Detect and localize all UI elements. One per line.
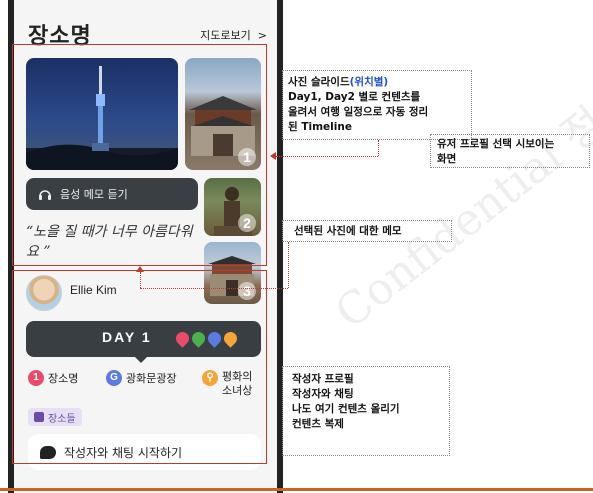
bottom-rule	[0, 488, 593, 491]
annotation-memo: 선택된 사진에 대한 메모	[294, 225, 402, 237]
map-view-link[interactable]: 지도로보기 >	[200, 27, 267, 43]
arrow-icon	[270, 152, 276, 160]
annotation-box-author	[12, 270, 267, 464]
arrow-icon	[136, 266, 144, 272]
annotation-slide-highlight: (위치별)	[349, 76, 389, 88]
connector-line	[276, 156, 378, 157]
annotation-box-slide	[12, 44, 267, 266]
annotation-profile: 유저 프로필 선택 시보이는 화면	[437, 137, 554, 167]
map-view-label: 지도로보기	[200, 29, 251, 42]
annotation-slide-line4: 된 Timeline	[288, 121, 352, 133]
chevron-right-icon: >	[254, 29, 267, 42]
annotation-author-line2: 작성자와 채팅	[292, 388, 354, 400]
annotation-slide-line2: Day1, Day2 별로 컨텐츠를	[288, 91, 421, 103]
annotation-slide: 사진 슬라이드(위치별) Day1, Day2 별로 컨텐츠를 올려서 여행 일…	[288, 75, 428, 135]
annotation-author-line4: 컨텐츠 복제	[292, 418, 344, 430]
annotation-author-line1: 작성자 프로필	[292, 373, 354, 385]
annotation-slide-line3: 올려서 여행 일정으로 자동 정리	[288, 106, 429, 118]
annotation-profile-line1: 유저 프로필 선택 시보이는	[437, 138, 555, 150]
connector-line	[140, 288, 288, 289]
connector-line	[140, 272, 141, 288]
annotation-slide-title: 사진 슬라이드	[288, 76, 350, 88]
annotation-author-line3: 나도 여기 컨텐츠 올리기	[292, 403, 400, 415]
connector-line	[288, 242, 289, 288]
annotation-profile-line2: 화면	[437, 153, 457, 165]
connector-line	[378, 140, 379, 156]
annotation-author: 작성자 프로필 작성자와 채팅 나도 여기 컨텐츠 올리기 컨텐츠 복제	[292, 372, 400, 432]
